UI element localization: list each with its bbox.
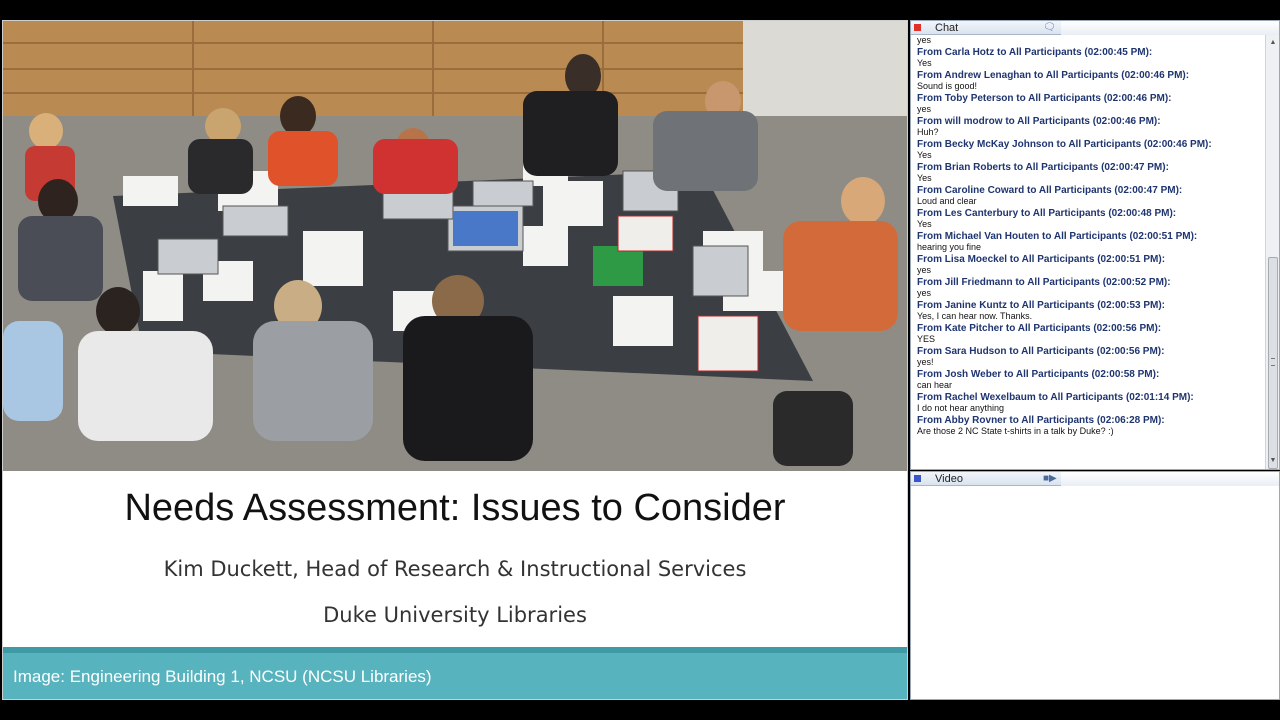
- camera-icon[interactable]: ■▶: [1043, 474, 1057, 484]
- chat-message-text: Huh?: [917, 127, 939, 137]
- video-pod-header[interactable]: Video ■▶: [911, 472, 1279, 486]
- chat-message-sender: From Kate Pitcher to All Participants (0…: [917, 322, 1162, 334]
- chat-message-text: can hear: [917, 380, 953, 390]
- chat-message-text: Sound is good!: [917, 81, 978, 91]
- chat-message: From Abby Rovner to All Participants (02…: [917, 415, 1265, 438]
- slide-title: Needs Assessment: Issues to Consider: [124, 487, 786, 529]
- chat-message: From Sara Hudson to All Participants (02…: [917, 346, 1265, 369]
- chat-message-text: yes!: [917, 357, 934, 367]
- chat-message-sender: From Josh Weber to All Participants (02:…: [917, 368, 1160, 380]
- chat-message: From Andrew Lenaghan to All Participants…: [917, 70, 1265, 93]
- chat-message-text: Yes: [917, 58, 932, 68]
- status-led-icon: [914, 24, 921, 31]
- chat-message-sender: From Michael Van Houten to All Participa…: [917, 230, 1198, 242]
- chat-message-text: Yes: [917, 173, 932, 183]
- chat-message-text: hearing you fine: [917, 242, 982, 252]
- chat-message-sender: From Janine Kuntz to All Participants (0…: [917, 299, 1166, 311]
- meeting-window: Needs Assessment: Issues to Consider Kim…: [0, 0, 1280, 720]
- slide-presenter: Kim Duckett, Head of Research & Instruct…: [163, 557, 747, 581]
- chat-message-text: YES: [917, 334, 936, 344]
- video-pod-title: Video: [935, 473, 963, 485]
- chat-pod-title: Chat: [935, 22, 959, 34]
- chat-message-text: yes: [917, 288, 932, 298]
- caption-bar: Image: Engineering Building 1, NCSU (NCS…: [3, 647, 907, 699]
- chat-message-sender: From Caroline Coward to All Participants…: [917, 184, 1183, 196]
- chat-message-sender: From Sara Hudson to All Participants (02…: [917, 345, 1165, 357]
- chat-message-text: Loud and clear: [917, 196, 977, 206]
- chat-message-sender: From Les Canterbury to All Participants …: [917, 207, 1177, 219]
- chat-message: From Lisa Moeckel to All Participants (0…: [917, 254, 1265, 277]
- chat-pod: Chat 🗨 yes From Carla Hotz to All Partici…: [910, 20, 1280, 470]
- chat-message: From Jill Friedmann to All Participants …: [917, 277, 1265, 300]
- chat-message: From Carla Hotz to All Participants (02:…: [917, 47, 1265, 70]
- chat-messages: yes From Carla Hotz to All Participants (…: [911, 35, 1265, 469]
- chat-message: From Les Canterbury to All Participants …: [917, 208, 1265, 231]
- slide-photo: [3, 21, 907, 471]
- scroll-down-icon[interactable]: ▼: [1267, 455, 1279, 467]
- chat-message: From Rachel Wexelbaum to All Participant…: [917, 392, 1265, 415]
- chat-message: From Becky McKay Johnson to All Particip…: [917, 139, 1265, 162]
- chat-message-text: Yes: [917, 150, 932, 160]
- chat-message: From Kate Pitcher to All Participants (0…: [917, 323, 1265, 346]
- chat-message-text: Yes: [917, 219, 932, 229]
- chat-message: From Janine Kuntz to All Participants (0…: [917, 300, 1265, 323]
- chat-message-text: Yes, I can hear now. Thanks.: [917, 311, 1033, 321]
- chat-message: yes: [917, 35, 1265, 47]
- slide-organization: Duke University Libraries: [323, 603, 587, 627]
- chat-message-text: yes: [917, 265, 932, 275]
- chat-message-sender: From Lisa Moeckel to All Participants (0…: [917, 253, 1166, 265]
- chat-message-text: I do not hear anything: [917, 403, 1005, 413]
- chat-scrollbar[interactable]: ▲ ▼: [1265, 35, 1279, 469]
- image-caption: Image: Engineering Building 1, NCSU (NCS…: [13, 667, 432, 686]
- video-pod: Video ■▶: [910, 471, 1280, 700]
- chat-message-text: yes: [917, 104, 932, 114]
- chat-message-sender: From Brian Roberts to All Participants (…: [917, 161, 1169, 173]
- speech-bubble-icon[interactable]: 🗨: [1043, 23, 1056, 33]
- chat-message-sender: From Rachel Wexelbaum to All Participant…: [917, 391, 1194, 403]
- chat-message: From Toby Peterson to All Participants (…: [917, 93, 1265, 116]
- share-pod-slide: Needs Assessment: Issues to Consider Kim…: [2, 20, 908, 700]
- chat-message: From will modrow to All Participants (02…: [917, 116, 1265, 139]
- chat-message-sender: From Carla Hotz to All Participants (02:…: [917, 46, 1153, 58]
- chat-message: From Caroline Coward to All Participants…: [917, 185, 1265, 208]
- chat-message-sender: From Becky McKay Johnson to All Particip…: [917, 138, 1212, 150]
- chat-message-sender: From Jill Friedmann to All Participants …: [917, 276, 1171, 288]
- chat-message-text: Are those 2 NC State t-shirts in a talk …: [917, 426, 1114, 436]
- status-led-icon: [914, 475, 921, 482]
- chat-message-sender: From will modrow to All Participants (02…: [917, 115, 1161, 127]
- chat-pod-header[interactable]: Chat 🗨: [911, 21, 1279, 35]
- chat-message: From Michael Van Houten to All Participa…: [917, 231, 1265, 254]
- scroll-thumb[interactable]: [1268, 257, 1278, 469]
- chat-message: From Josh Weber to All Participants (02:…: [917, 369, 1265, 392]
- chat-message-sender: From Andrew Lenaghan to All Participants…: [917, 69, 1190, 81]
- chat-message: From Brian Roberts to All Participants (…: [917, 162, 1265, 185]
- chat-message-sender: From Abby Rovner to All Participants (02…: [917, 414, 1165, 426]
- scroll-up-icon[interactable]: ▲: [1267, 37, 1279, 49]
- chat-message-sender: From Toby Peterson to All Participants (…: [917, 92, 1172, 104]
- chat-message-text: yes: [917, 35, 932, 45]
